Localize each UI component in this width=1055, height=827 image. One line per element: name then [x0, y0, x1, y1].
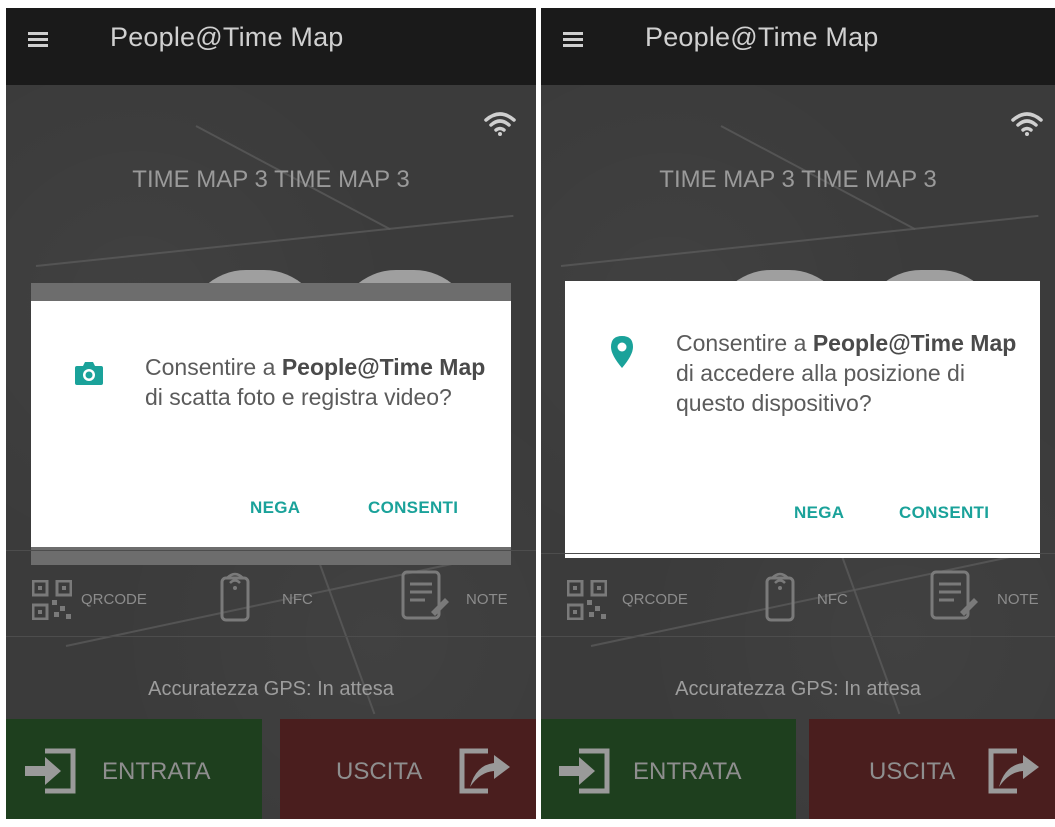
entrata-label: ENTRATA	[633, 758, 742, 785]
deny-button[interactable]: NEGA	[250, 498, 300, 518]
qrcode-button[interactable]: QRCODE	[32, 570, 172, 628]
note-icon	[930, 570, 978, 620]
exit-icon	[988, 748, 1039, 794]
wifi-icon	[484, 112, 516, 136]
divider	[6, 636, 536, 637]
note-icon	[401, 570, 449, 620]
note-button[interactable]: NOTE	[401, 570, 531, 628]
location-pin-icon	[611, 336, 633, 368]
device-name: TIME MAP 3 TIME MAP 3	[132, 166, 410, 193]
allow-button[interactable]: CONSENTI	[368, 498, 458, 518]
nfc-button[interactable]: NFC	[763, 570, 873, 628]
phone-screen-right: People@Time Map TIME MAP 3 TIME MAP 3 Co…	[541, 8, 1055, 819]
uscita-label: USCITA	[336, 758, 423, 785]
app-title: People@Time Map	[110, 22, 344, 52]
dialog-message: Consentire a People@Time Map di accedere…	[676, 330, 1017, 416]
uscita-button[interactable]: USCITA	[809, 719, 1055, 819]
nfc-icon	[220, 572, 250, 622]
qrcode-icon	[567, 580, 607, 620]
entrata-label: ENTRATA	[102, 758, 211, 785]
app-title: People@Time Map	[645, 22, 879, 52]
exit-icon	[459, 748, 510, 794]
nfc-icon	[765, 572, 795, 622]
divider	[541, 553, 1055, 554]
note-label: NOTE	[997, 591, 1039, 608]
uscita-button[interactable]: USCITA	[280, 719, 536, 819]
qrcode-label: QRCODE	[81, 591, 147, 608]
nfc-label: NFC	[817, 591, 848, 608]
app-bar: People@Time Map	[6, 8, 536, 85]
phone-screen-left: People@Time Map TIME MAP 3 TIME MAP 3 Co…	[6, 8, 536, 819]
entrata-button[interactable]: ENTRATA	[541, 719, 796, 819]
wifi-icon	[1011, 112, 1043, 136]
uscita-label: USCITA	[869, 758, 956, 785]
gps-accuracy-status: Accuratezza GPS: In attesa	[148, 678, 394, 700]
dialog-message: Consentire a People@Time Map di scatta f…	[145, 354, 486, 410]
entrata-button[interactable]: ENTRATA	[6, 719, 262, 819]
allow-button[interactable]: CONSENTI	[899, 503, 989, 523]
deny-button[interactable]: NEGA	[794, 503, 844, 523]
gps-accuracy-status: Accuratezza GPS: In attesa	[675, 678, 921, 700]
device-name: TIME MAP 3 TIME MAP 3	[659, 166, 937, 193]
note-label: NOTE	[466, 591, 508, 608]
camera-icon	[75, 362, 103, 385]
app-bar: People@Time Map	[541, 8, 1055, 85]
qrcode-icon	[32, 580, 72, 620]
menu-icon[interactable]	[563, 32, 583, 48]
nfc-button[interactable]: NFC	[218, 570, 328, 628]
menu-icon[interactable]	[28, 32, 48, 48]
divider	[6, 550, 536, 551]
qrcode-button[interactable]: QRCODE	[567, 570, 707, 628]
nfc-label: NFC	[282, 591, 313, 608]
permission-dialog: Consentire a People@Time Map di scatta f…	[31, 301, 511, 547]
divider	[541, 636, 1055, 637]
entry-icon	[559, 748, 610, 794]
qrcode-label: QRCODE	[622, 591, 688, 608]
note-button[interactable]: NOTE	[930, 570, 1055, 628]
entry-icon	[25, 748, 76, 794]
permission-dialog: Consentire a People@Time Map di accedere…	[565, 281, 1040, 558]
